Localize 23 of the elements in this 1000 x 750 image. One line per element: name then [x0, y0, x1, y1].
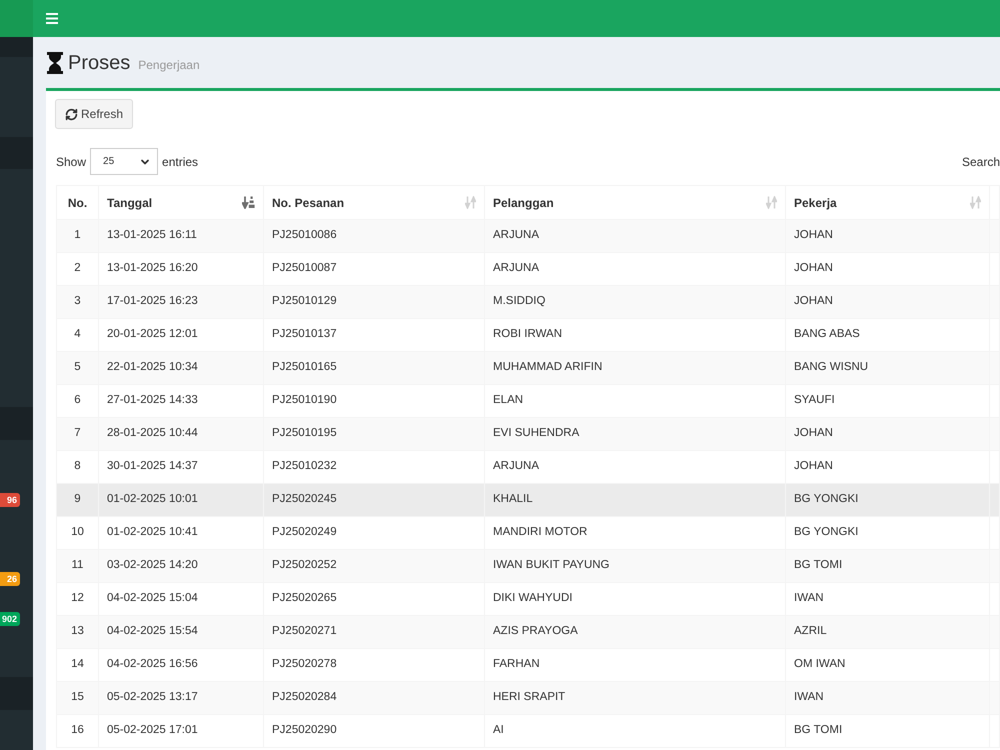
refresh-icon [64, 108, 78, 120]
page-subtitle: Pengerjaan [138, 58, 200, 70]
column-header: No. [56, 186, 98, 220]
sidebar-badge: 26 [0, 572, 20, 586]
column-header[interactable]: No. Pesanan [264, 186, 484, 220]
column-header[interactable]: Pelanggan [484, 186, 786, 220]
entries-select[interactable]: 25 [90, 148, 158, 175]
table-cell: 05-02-2025 17:01 [98, 714, 264, 748]
table-cell: AI [484, 714, 786, 748]
show-label: Show [56, 154, 86, 170]
hourglass-icon [47, 52, 63, 74]
refresh-button[interactable]: Refresh [55, 99, 133, 129]
entries-label: entries [162, 154, 198, 170]
sidebar-badge: 96 [0, 493, 20, 507]
table-cell: PJ25020290 [264, 714, 484, 748]
table-cell: BG TOMI [786, 714, 990, 748]
column-header[interactable]: Pekerja [786, 186, 990, 220]
page-title: Proses [68, 52, 130, 72]
search-label: Search [962, 154, 1000, 170]
table-cell: 16 [56, 714, 98, 748]
menu-icon[interactable] [46, 13, 58, 24]
column-header[interactable]: Tanggal [98, 186, 264, 220]
sidebar-badge: 902 [0, 612, 20, 626]
